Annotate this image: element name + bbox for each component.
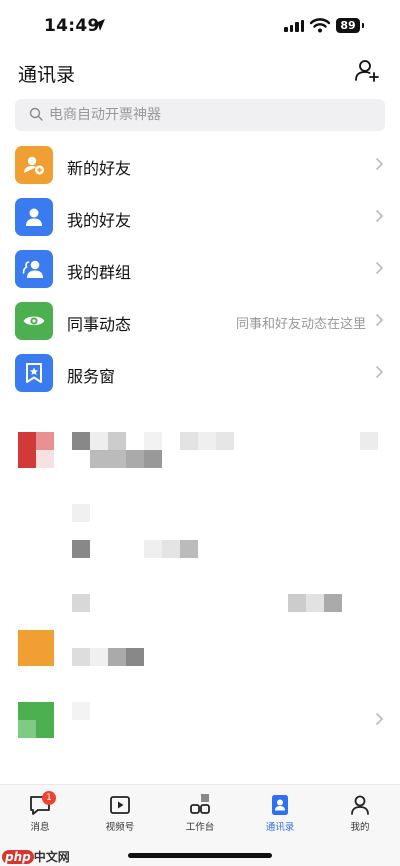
tab-contacts[interactable]: 通讯录 [240,793,320,837]
person-icon [351,795,369,815]
header: 通讯录 [0,52,400,92]
menu-label: 服务窗 [67,367,116,386]
menu-item-new-friends[interactable]: 新的好友 [0,138,400,190]
menu-label: 新的好友 [67,159,132,178]
tab-workbench[interactable]: 工作台 [160,793,240,837]
chevron-right-icon [375,712,384,726]
new-friends-icon [15,146,53,184]
menu-label: 我的群组 [67,263,132,282]
my-friends-icon [15,198,53,236]
menu-item-colleague-moments[interactable]: 同事动态 同事和好友动态在这里 [0,294,400,346]
menu-label: 同事动态 [67,315,132,334]
chevron-right-icon [375,209,384,223]
search-input[interactable] [49,99,369,131]
watermark-site: 中文网 [33,850,70,864]
chevron-right-icon [375,313,384,327]
tab-messages[interactable]: 1 消息 [0,791,80,837]
tab-label: 视频号 [105,822,135,833]
tab-channels[interactable]: 视频号 [80,793,160,837]
tab-label: 消息 [30,822,50,833]
tab-label: 工作台 [185,822,215,833]
menu-label: 我的好友 [67,211,132,230]
eye-icon [15,302,53,340]
search-bar[interactable] [15,99,385,131]
chevron-right-icon [375,365,384,379]
battery-icon: 89 [336,18,364,33]
unread-badge: 1 [42,791,56,805]
contacts-menu: 新的好友 我的好友 我的群组 同事动态 同事和好友动态在这里 服务窗 [0,138,400,398]
home-indicator[interactable] [128,853,272,858]
video-play-icon [110,796,130,814]
wifi-icon [310,18,330,33]
watermark: php 中文网 [2,848,70,865]
contacts-book-icon [272,795,288,815]
chevron-right-icon [375,157,384,171]
chevron-right-icon [375,261,384,275]
search-icon [29,107,43,121]
menu-item-my-groups[interactable]: 我的群组 [0,242,400,294]
tab-label: 我的 [350,822,370,833]
menu-item-service-window[interactable]: 服务窗 [0,346,400,398]
menu-item-my-friends[interactable]: 我的好友 [0,190,400,242]
my-groups-icon [15,250,53,288]
battery-level: 89 [336,18,360,33]
menu-sub: 同事和好友动态在这里 [235,317,366,332]
tab-me[interactable]: 我的 [320,793,400,837]
page-title: 通讯录 [18,64,76,86]
watermark-logo: php [2,850,34,864]
status-bar: 14:49 89 [0,0,400,52]
bookmark-star-icon [15,354,53,392]
redacted-contacts-list [0,420,400,780]
cellular-signal-icon [284,20,304,32]
workbench-icon [190,794,210,814]
add-contact-icon[interactable] [354,58,380,84]
tab-label: 通讯录 [265,822,295,833]
location-arrow-icon [93,19,105,31]
